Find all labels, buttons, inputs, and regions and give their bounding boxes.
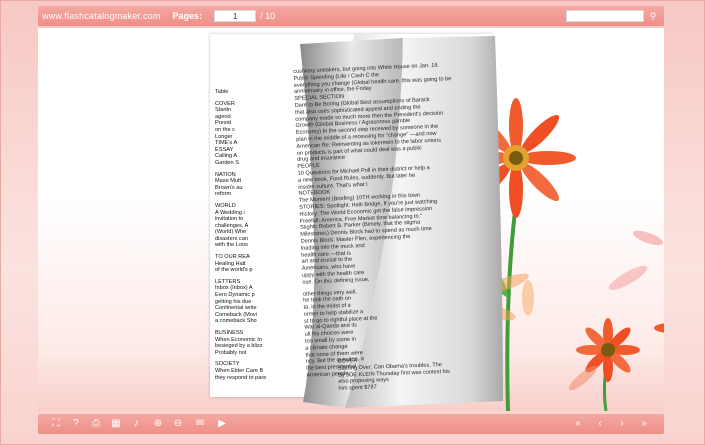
first-page-icon[interactable]: « [570, 416, 586, 432]
book-stage: Table COVER Startin agend Presid on the c Lon… [38, 28, 664, 411]
curl-page-text-bottom: COVER Starting Over: Can Obama's troubles… [337, 353, 498, 393]
page-number-input[interactable] [214, 10, 257, 22]
search-icon[interactable]: ⚲ [647, 10, 659, 22]
bottom-toolbar: ⛶ ? ⎙ ▦ ♪ ⊕ ⊖ ✉ ▶ « ‹ › » [38, 414, 664, 434]
zoom-out-icon[interactable]: ⊖ [170, 416, 186, 432]
print-icon[interactable]: ⎙ [88, 416, 104, 432]
pages-label: Pages: [172, 11, 203, 21]
thumbnails-icon[interactable]: ▦ [108, 416, 124, 432]
viewer-frame: www.flashcatalogmaker.com Pages: / 10 ⚲ [0, 0, 705, 445]
curl-page-text: cushiony sneakers, but going into White … [293, 61, 482, 388]
site-link[interactable]: www.flashcatalogmaker.com [42, 11, 161, 21]
next-page-icon[interactable]: › [614, 416, 630, 432]
edge-flower-icon [654, 323, 664, 333]
zoom-in-icon[interactable]: ⊕ [150, 416, 166, 432]
fullscreen-icon[interactable]: ⛶ [48, 416, 64, 432]
sound-icon[interactable]: ♪ [128, 416, 144, 432]
last-page-icon[interactable]: » [636, 416, 652, 432]
search-input[interactable] [566, 10, 644, 22]
prev-page-icon[interactable]: ‹ [592, 416, 608, 432]
autoplay-icon[interactable]: ▶ [214, 416, 230, 432]
email-icon[interactable]: ✉ [192, 416, 208, 432]
help-icon[interactable]: ? [68, 416, 84, 432]
page-total: / 10 [260, 11, 276, 21]
top-toolbar: www.flashcatalogmaker.com Pages: / 10 ⚲ [38, 6, 664, 26]
